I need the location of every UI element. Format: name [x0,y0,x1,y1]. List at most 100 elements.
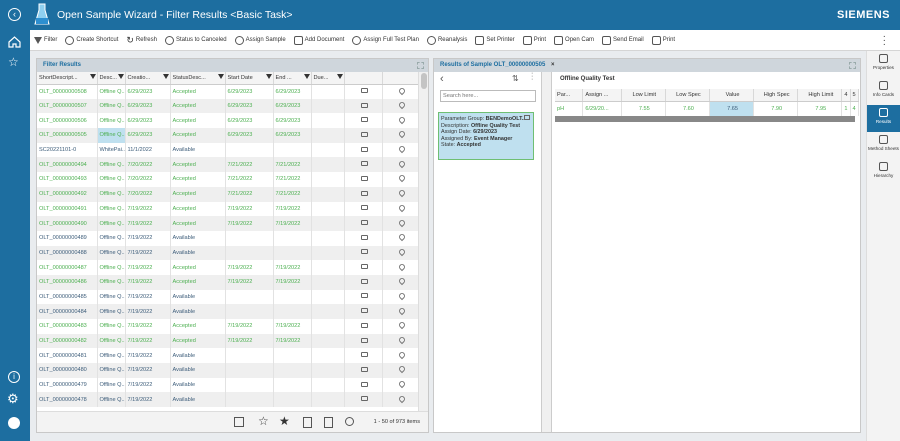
table-cell[interactable] [273,348,312,364]
column-filter-icon[interactable] [162,74,169,79]
table-cell[interactable] [311,319,345,334]
export-pdf-icon[interactable] [303,417,312,428]
table-cell[interactable]: Offline Q... [97,333,126,349]
pin-icon[interactable] [397,335,406,345]
sidebar-item-properties[interactable]: Properties [867,51,900,78]
table-row[interactable]: OLT_00000000491 Offline Q... 7/19/2022 Acce… [37,201,420,217]
table-row[interactable]: OLT_00000000492 Offline Q... 7/20/2022 Acce… [37,186,420,202]
scrollbar-thumb[interactable] [420,73,427,89]
row-pin-cell[interactable] [382,186,420,202]
table-cell[interactable] [311,392,345,408]
table-cell[interactable]: OLT_00000000483 [37,319,98,334]
pin-icon[interactable] [397,306,406,315]
row-comment-cell[interactable] [344,157,383,173]
table-cell[interactable]: 7/19/2022 [125,230,171,246]
column-filter-icon[interactable] [217,74,224,79]
back-arrow-icon[interactable]: ‹ [440,73,444,85]
table-cell[interactable]: Offline Q... [97,98,126,114]
pin-icon[interactable] [397,144,406,154]
table-cell[interactable]: 6/29/2023 [225,113,274,129]
pin-icon[interactable] [397,379,406,389]
row-comment-cell[interactable] [344,377,383,393]
table-cell[interactable]: 7/19/2022 [125,392,171,408]
row-comment-cell[interactable] [344,289,383,305]
test-column-header[interactable]: High Spec [753,89,799,102]
table-cell[interactable]: Offline Q... [97,319,126,334]
table-cell[interactable] [225,245,274,261]
table-cell[interactable]: Offline Q... [97,172,126,187]
table-cell[interactable]: 6/29/2023 [225,98,274,114]
table-cell[interactable]: 7/19/2022 [273,333,312,349]
comment-icon[interactable] [360,264,368,270]
comment-icon[interactable] [360,278,368,284]
table-cell[interactable] [225,348,274,364]
row-comment-cell[interactable] [344,333,383,349]
table-cell[interactable] [273,245,312,261]
test-cell[interactable] [858,101,859,116]
row-pin-cell[interactable] [382,230,420,246]
status-to-canceled-button[interactable]: Status to Canceled [161,30,231,51]
row-comment-cell[interactable] [344,319,383,334]
test-cell[interactable]: 7.55 [621,101,666,116]
row-pin-cell[interactable] [382,274,420,290]
table-cell[interactable]: 7/19/2022 [125,363,171,378]
table-cell[interactable]: Accepted [170,172,226,187]
table-row[interactable]: OLT_00000000479 Offline Q... 7/19/2022 Avai… [37,377,420,393]
table-cell[interactable]: 7/19/2022 [125,201,171,217]
table-cell[interactable]: OLT_00000000506 [37,113,98,129]
table-cell[interactable]: Available [170,377,226,393]
comment-icon[interactable] [360,396,368,402]
table-cell[interactable]: Available [170,142,226,158]
table-cell[interactable]: Offline Q... [97,216,126,231]
table-cell[interactable] [311,245,345,261]
table-cell[interactable] [311,260,345,275]
table-cell[interactable]: Offline Q... [97,289,126,305]
table-cell[interactable]: OLT_00000000478 [37,392,98,408]
table-cell[interactable]: 6/29/2023 [125,98,171,114]
table-cell[interactable]: 7/20/2022 [125,172,171,187]
table-cell[interactable]: 7/19/2022 [125,304,171,319]
test-cell[interactable]: 7.90 [753,101,799,116]
row-comment-cell[interactable] [344,392,383,408]
row-pin-cell[interactable] [382,172,420,187]
table-cell[interactable] [311,348,345,364]
table-cell[interactable]: 7/19/2022 [225,333,274,349]
star-icon[interactable]: ☆ [8,55,19,69]
table-cell[interactable] [273,363,312,378]
print-button-2[interactable]: Print [648,30,679,51]
info-icon[interactable]: i [8,371,20,383]
search-input[interactable] [440,90,536,102]
row-comment-cell[interactable] [344,201,383,217]
table-row[interactable]: OLT_00000000507 Offline Q... 6/29/2023 Acce… [37,98,420,114]
table-cell[interactable]: 6/29/2023 [125,84,171,99]
grid-scrollbar[interactable] [418,72,428,412]
row-pin-cell[interactable] [382,392,420,408]
table-cell[interactable]: Accepted [170,319,226,334]
table-cell[interactable] [311,274,345,290]
test-hscrollbar[interactable] [555,116,855,122]
table-cell[interactable]: 7/19/2022 [125,245,171,261]
pin-icon[interactable] [397,203,406,213]
table-cell[interactable]: Accepted [170,186,226,202]
column-filter-icon[interactable] [117,74,124,79]
table-cell[interactable]: 7/19/2022 [125,348,171,364]
table-cell[interactable] [311,157,345,173]
table-cell[interactable] [273,289,312,305]
table-cell[interactable] [225,377,274,393]
table-cell[interactable] [311,304,345,319]
table-cell[interactable]: OLT_00000000480 [37,363,98,378]
table-cell[interactable]: Offline Q... [97,113,126,129]
pin-icon[interactable] [397,174,406,183]
favorite-icon[interactable]: ☆ [258,414,269,428]
test-cell[interactable]: 4 [850,101,859,116]
column-header[interactable]: End ... [273,72,312,85]
table-row[interactable]: OLT_00000000487 Offline Q... 7/19/2022 Acce… [37,260,420,275]
comment-icon[interactable] [360,175,368,181]
table-row[interactable]: SC20221101-0 WhitePai... 11/1/2022 Availabl… [37,142,420,158]
table-cell[interactable]: Offline Q... [97,84,126,99]
comment-icon[interactable] [360,249,368,255]
table-cell[interactable]: OLT_00000000479 [37,377,98,393]
table-cell[interactable]: Offline Q... [97,363,126,378]
pin-icon[interactable] [397,291,406,301]
column-header[interactable]: Creatio... [125,72,171,85]
